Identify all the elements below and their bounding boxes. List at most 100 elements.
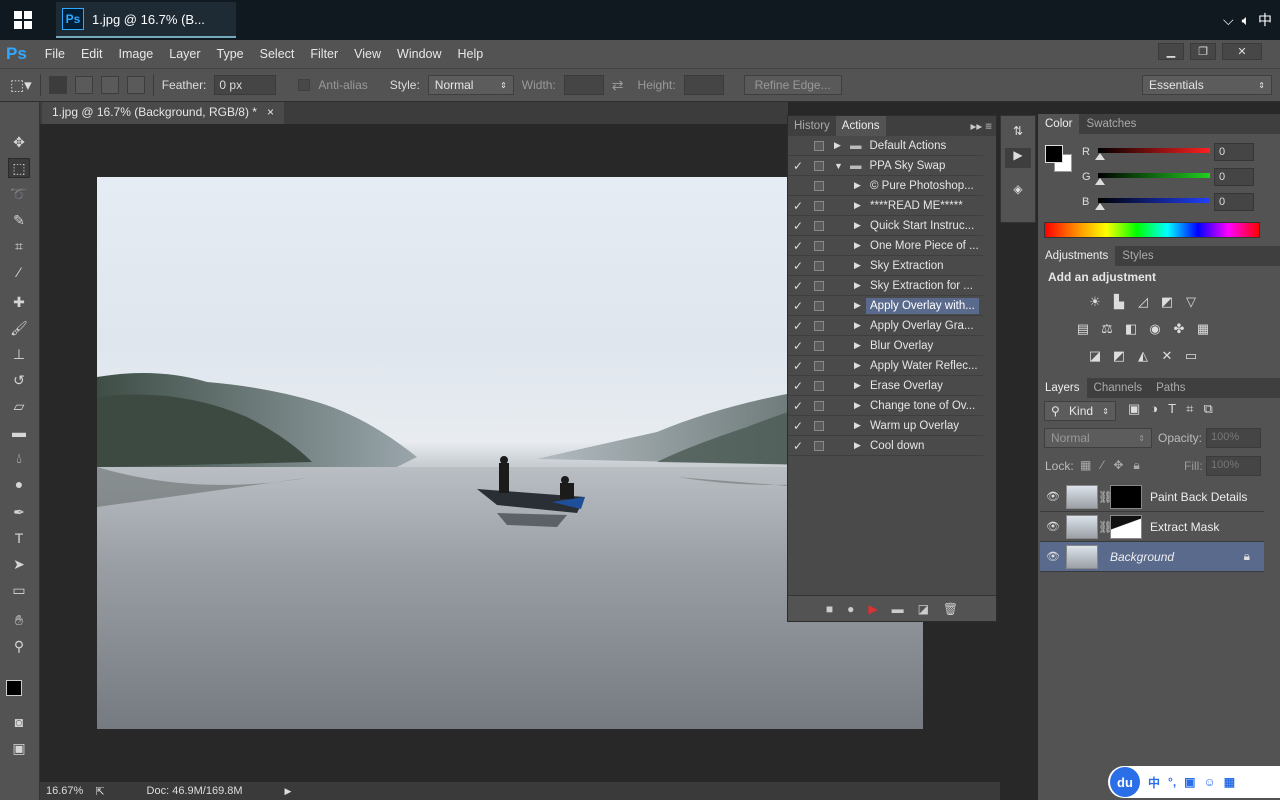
taskbar-photoshop-button[interactable]: Ps 1.jpg @ 16.7% (B...: [56, 2, 236, 38]
intersect-selection-button[interactable]: [126, 76, 145, 94]
move-tool-icon[interactable]: ✥: [8, 132, 30, 152]
action-row[interactable]: ✓ ▶ Change tone of Ov...: [788, 396, 983, 416]
new-set-icon[interactable]: ▬: [892, 602, 904, 616]
actions-panel-icon[interactable]: ▶: [1005, 148, 1031, 168]
fill-input[interactable]: 100%: [1206, 456, 1261, 476]
marquee-tool-preset-icon[interactable]: ⬚▾: [10, 76, 32, 94]
gradient-tool-icon[interactable]: ▬: [8, 422, 30, 442]
share-icon[interactable]: ⇱: [95, 785, 104, 798]
dialog-toggle-icon[interactable]: [814, 320, 824, 331]
minimize-button[interactable]: ▁: [1158, 43, 1184, 60]
tab-swatches[interactable]: Swatches: [1079, 114, 1143, 134]
ime-indicator[interactable]: 中: [1258, 10, 1272, 30]
channel-slider[interactable]: [1098, 198, 1210, 203]
eraser-tool-icon[interactable]: ▱: [8, 396, 30, 416]
screen-mode-icon[interactable]: ▣: [8, 738, 30, 758]
toggle-check-icon[interactable]: ✓: [788, 199, 808, 213]
blend-mode-select[interactable]: Normal ⇕: [1044, 428, 1152, 448]
add-to-selection-button[interactable]: [74, 76, 93, 94]
photo-filter-icon[interactable]: ◉: [1147, 322, 1163, 336]
dialog-toggle-icon[interactable]: [814, 420, 824, 431]
toggle-check-icon[interactable]: ✓: [788, 379, 808, 393]
record-icon[interactable]: ●: [847, 602, 854, 616]
ime-language[interactable]: 中: [1148, 774, 1160, 791]
chevron-right-icon[interactable]: ▶: [854, 360, 866, 371]
menu-image[interactable]: Image: [111, 47, 162, 61]
action-row[interactable]: ✓ ▶ Sky Extraction: [788, 256, 983, 276]
panel-menu-icon[interactable]: ▸▸ ≡: [971, 119, 996, 133]
marquee-tool-icon[interactable]: ⬚: [8, 158, 30, 178]
action-set-row[interactable]: ▶ ▬ Default Actions: [788, 136, 983, 156]
dialog-toggle-icon[interactable]: [814, 280, 824, 291]
toggle-check-icon[interactable]: ✓: [788, 159, 808, 173]
layer-mask-thumbnail[interactable]: [1110, 514, 1142, 539]
volume-icon[interactable]: 🔈︎: [1242, 12, 1250, 29]
channel-slider[interactable]: [1098, 173, 1210, 178]
tab-actions[interactable]: Actions: [835, 116, 886, 136]
chevron-right-icon[interactable]: ▶: [854, 300, 866, 311]
channel-mixer-icon[interactable]: ✤: [1171, 322, 1187, 336]
history-panel-icon[interactable]: ⇅: [1007, 124, 1029, 138]
chevron-right-icon[interactable]: ▶: [854, 260, 866, 271]
selective-color-icon[interactable]: ✕: [1159, 349, 1175, 363]
threshold-icon[interactable]: ◭: [1135, 349, 1151, 363]
channel-value-input[interactable]: 0: [1214, 193, 1254, 211]
lasso-tool-icon[interactable]: ➰: [8, 184, 30, 204]
eyedropper-tool-icon[interactable]: ⁄: [8, 262, 30, 282]
action-row[interactable]: ✓ ▶ Erase Overlay: [788, 376, 983, 396]
height-input[interactable]: [683, 75, 724, 95]
slider-thumb[interactable]: [1095, 203, 1105, 210]
action-row[interactable]: ✓ ▶ One More Piece of ...: [788, 236, 983, 256]
action-row[interactable]: ✓ ▶ ****READ ME*****: [788, 196, 983, 216]
channel-slider[interactable]: [1098, 148, 1210, 153]
action-row[interactable]: ✓ ▶ Apply Overlay Gra...: [788, 316, 983, 336]
lock-transparency-icon[interactable]: ▦: [1080, 458, 1091, 473]
layer-filter-select[interactable]: ⚲ Kind ⇕: [1044, 401, 1116, 421]
menu-window[interactable]: Window: [389, 47, 449, 61]
user-icon[interactable]: ☺: [1204, 775, 1216, 789]
layer-row-selected[interactable]: 👁︎ Background 🔒︎: [1040, 542, 1264, 572]
baidu-ime-logo[interactable]: du: [1110, 767, 1140, 797]
play-icon[interactable]: ▶: [868, 602, 877, 616]
eye-icon[interactable]: 👁︎: [1040, 490, 1066, 503]
chevron-right-icon[interactable]: ▶: [854, 240, 866, 251]
menu-select[interactable]: Select: [252, 47, 303, 61]
width-input[interactable]: [563, 75, 604, 95]
vibrance-icon[interactable]: ▽: [1183, 295, 1199, 309]
grid-icon[interactable]: ▦: [1224, 775, 1235, 789]
menu-help[interactable]: Help: [450, 47, 492, 61]
chevron-right-icon[interactable]: ▶: [854, 420, 866, 431]
clone-stamp-tool-icon[interactable]: ⊥: [8, 344, 30, 364]
menu-file[interactable]: File: [37, 47, 73, 61]
lock-all-icon[interactable]: 🔒︎: [1133, 458, 1139, 473]
feather-input[interactable]: [214, 75, 277, 95]
crop-tool-icon[interactable]: ⌗: [8, 236, 30, 256]
menu-layer[interactable]: Layer: [161, 47, 208, 61]
action-row[interactable]: ✓ ▶ Apply Overlay with...: [788, 296, 983, 316]
dialog-toggle-icon[interactable]: [814, 160, 824, 171]
windows-start-icon[interactable]: [14, 11, 32, 29]
toggle-check-icon[interactable]: ✓: [788, 299, 808, 313]
new-action-icon[interactable]: ◪: [918, 602, 929, 616]
dialog-toggle-icon[interactable]: [814, 220, 824, 231]
action-row[interactable]: ✓ ▶ Sky Extraction for ...: [788, 276, 983, 296]
opacity-input[interactable]: 100%: [1206, 428, 1261, 448]
toggle-check-icon[interactable]: ✓: [788, 279, 808, 293]
gradient-map-icon[interactable]: ▭: [1183, 349, 1199, 363]
path-selection-tool-icon[interactable]: ➤: [8, 554, 30, 574]
history-brush-tool-icon[interactable]: ↺: [8, 370, 30, 390]
action-row[interactable]: ✓ ▶ Cool down: [788, 436, 983, 456]
invert-icon[interactable]: ◪: [1087, 349, 1103, 363]
action-set-row[interactable]: ✓ ▼ ▬ PPA Sky Swap: [788, 156, 983, 176]
toggle-check-icon[interactable]: ✓: [788, 339, 808, 353]
filter-type-icon[interactable]: T: [1168, 401, 1176, 417]
type-tool-icon[interactable]: T: [8, 528, 30, 548]
layer-mask-thumbnail[interactable]: [1110, 484, 1142, 509]
trash-icon[interactable]: 🗑︎: [943, 602, 958, 616]
chevron-right-icon[interactable]: ▶: [854, 280, 866, 291]
tab-styles[interactable]: Styles: [1115, 246, 1160, 266]
quick-mask-icon[interactable]: ◙: [8, 712, 30, 732]
toggle-check-icon[interactable]: ✓: [788, 259, 808, 273]
dialog-toggle-icon[interactable]: [814, 260, 824, 271]
dialog-toggle-icon[interactable]: [814, 440, 824, 451]
